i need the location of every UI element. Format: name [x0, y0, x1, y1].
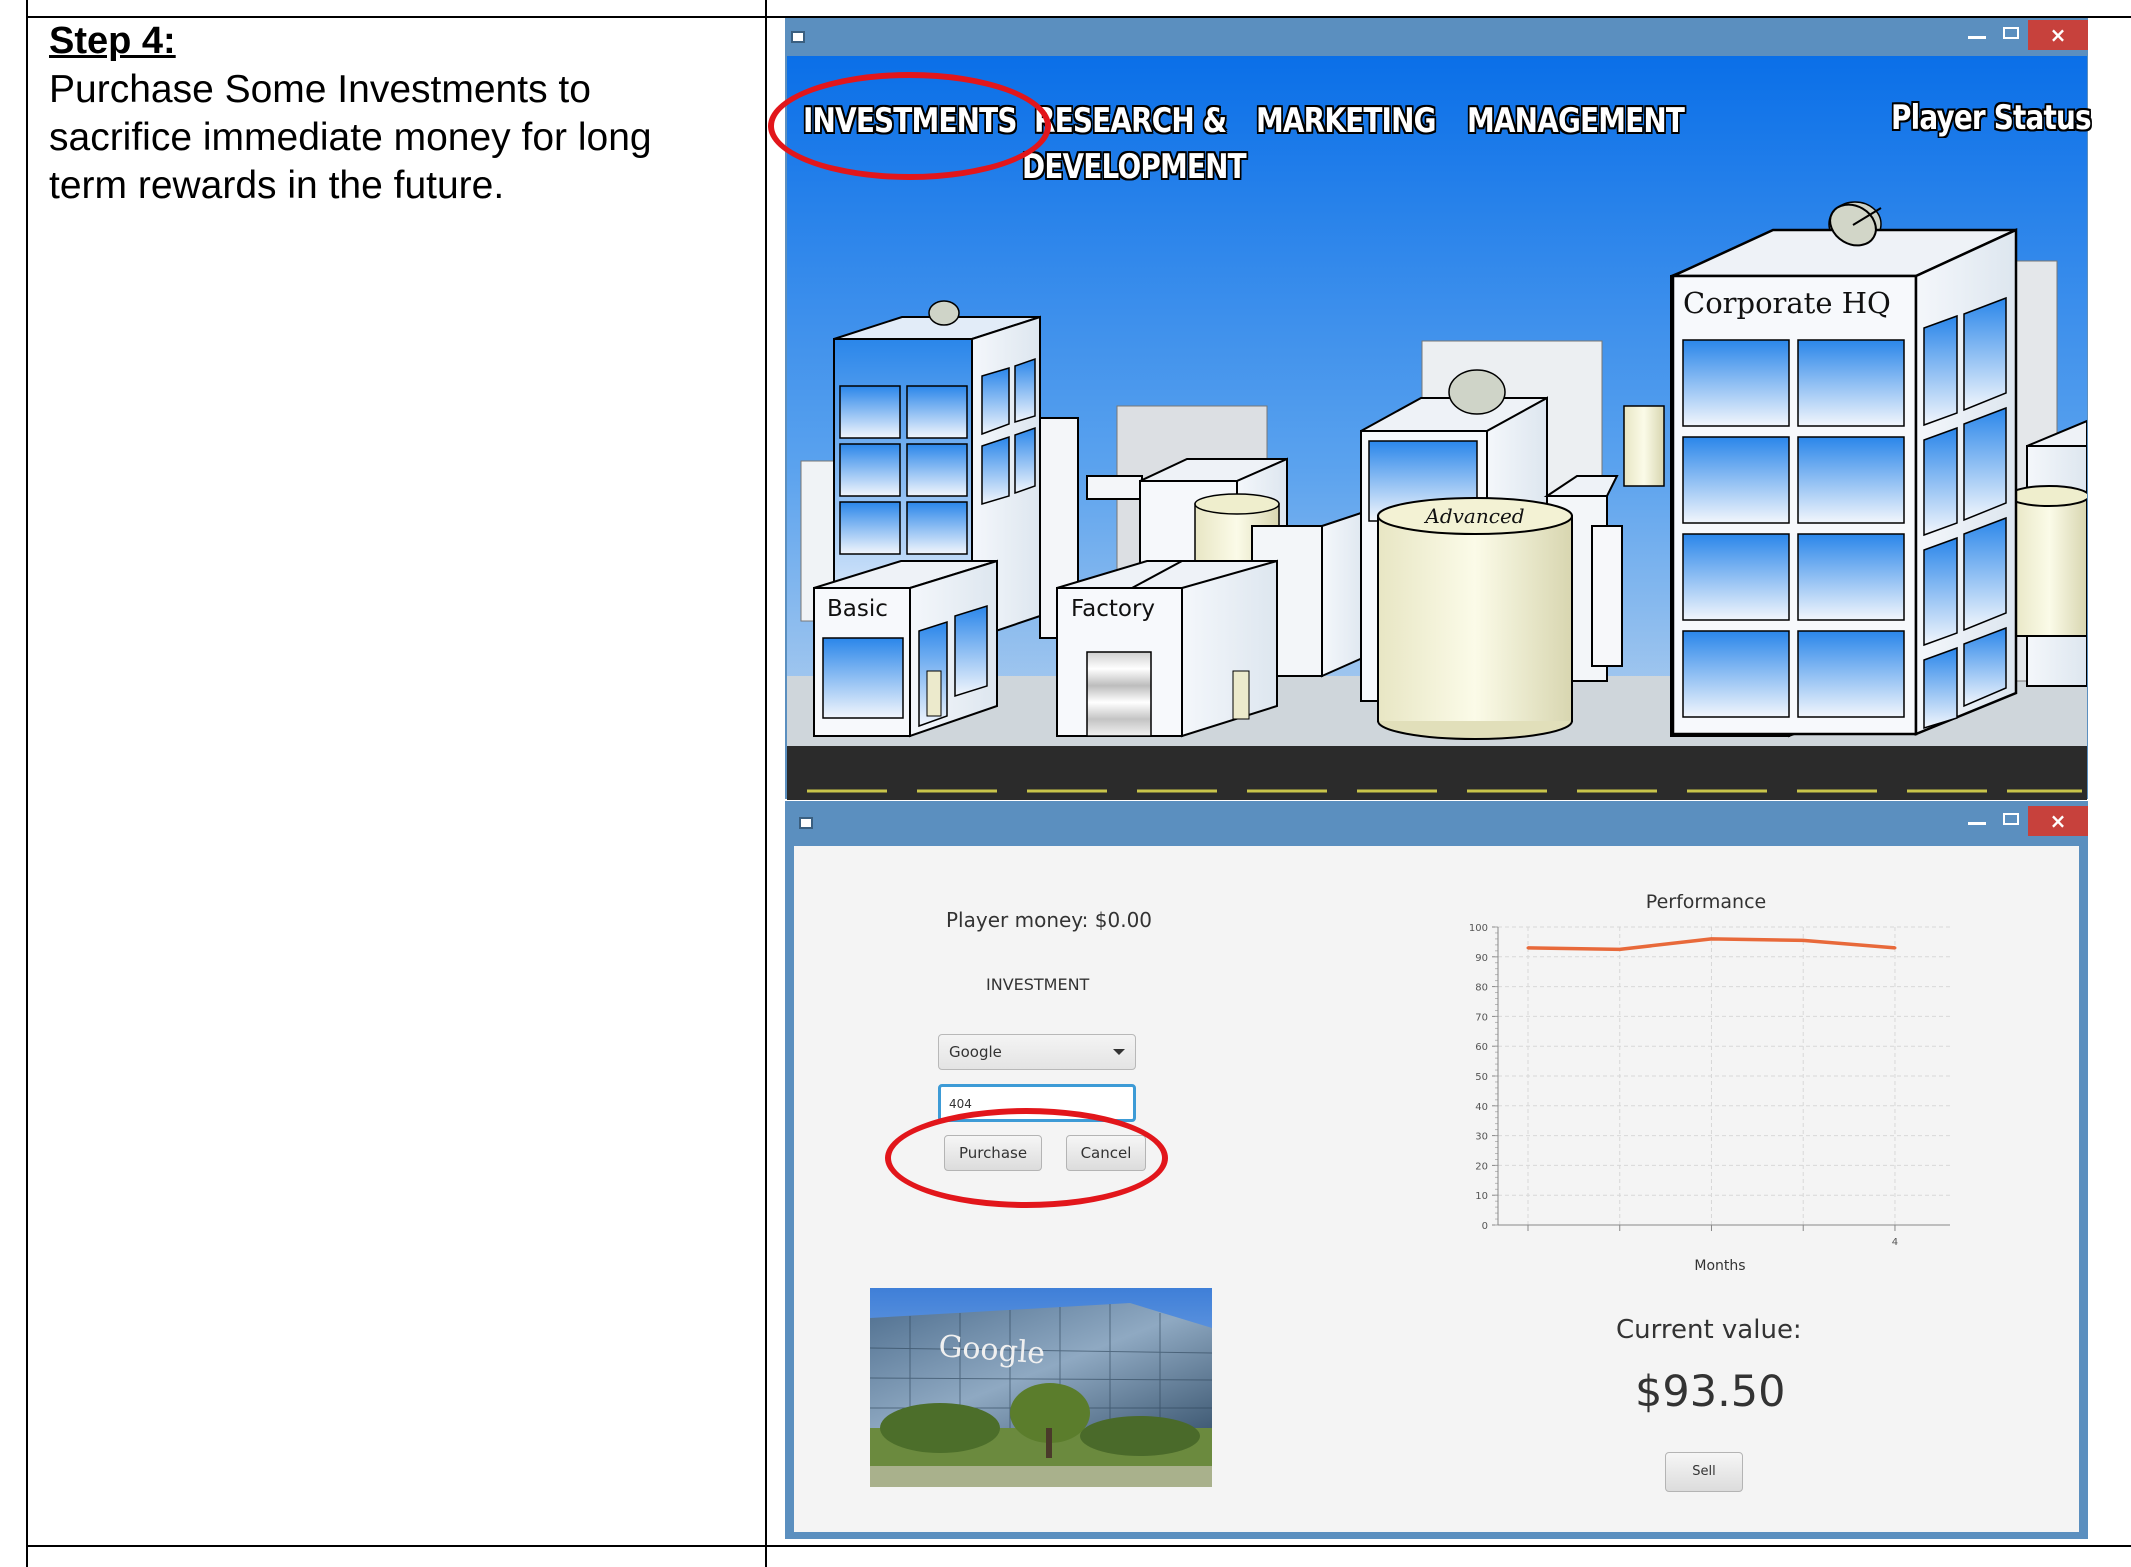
- chart-title: Performance: [1646, 891, 1766, 913]
- basic-label: Basic: [827, 596, 888, 622]
- basic-building[interactable]: [813, 559, 998, 738]
- current-value: $93.50: [1635, 1367, 1786, 1417]
- y-tick-label: 60: [1475, 1042, 1488, 1053]
- performance-chart: Performance 0 10 20 30 40 50 60 70 80 90 100 4 Mont…: [1469, 891, 1950, 1274]
- hq-building-detail: Corporate HQ: [1671, 228, 2018, 736]
- y-tick-label: 40: [1475, 1102, 1488, 1113]
- window-app-icon: [799, 817, 813, 829]
- hq-label: Corporate HQ: [1683, 286, 1891, 320]
- highlight-investments: [768, 72, 1051, 180]
- y-tick-label: 100: [1469, 923, 1488, 934]
- y-tick-label: 80: [1475, 983, 1488, 994]
- nav-marketing[interactable]: MARKETING: [1256, 101, 1436, 141]
- x-tick-label: 4: [1892, 1237, 1898, 1248]
- data-point: [1709, 937, 1713, 941]
- company-select-value: Google: [949, 1043, 1002, 1061]
- satellite-dish-icon: [1829, 203, 1882, 247]
- highlight-purchase: [885, 1108, 1168, 1208]
- current-value-label: Current value:: [1616, 1315, 1802, 1345]
- table-border-middle: [765, 0, 767, 1567]
- chart-xlabel: Months: [1694, 1258, 1745, 1274]
- step-description: Purchase Some Investments to sacrifice i…: [49, 68, 652, 207]
- chevron-down-icon: [1113, 1049, 1125, 1055]
- data-point: [1801, 938, 1805, 942]
- factory-building[interactable]: [1056, 559, 1278, 738]
- close-button[interactable]: ×: [2028, 20, 2088, 50]
- minimize-icon[interactable]: [1968, 822, 1986, 825]
- minimize-icon[interactable]: [1968, 36, 1986, 39]
- data-point: [1618, 947, 1622, 951]
- window-app-icon: [791, 31, 805, 43]
- nav-research-line2[interactable]: DEVELOPMENT: [1022, 147, 1247, 187]
- company-select[interactable]: Google: [938, 1034, 1136, 1070]
- table-border-bottom: [26, 1545, 2131, 1547]
- sell-button[interactable]: Sell: [1665, 1452, 1743, 1492]
- close-button[interactable]: ×: [2028, 806, 2088, 836]
- nav-research-line1[interactable]: RESEARCH &: [1034, 101, 1227, 141]
- amount-input-value: 404: [949, 1097, 972, 1111]
- step-title: Step 4:: [49, 20, 176, 62]
- factory-label: Factory: [1071, 596, 1155, 622]
- photo-logo-text: Google: [937, 1329, 1046, 1371]
- advanced-building[interactable]: [1377, 497, 1573, 740]
- y-tick-label: 70: [1475, 1012, 1488, 1023]
- nav-player-status[interactable]: Player Status: [1891, 98, 2092, 138]
- y-tick-label: 0: [1482, 1221, 1488, 1232]
- advanced-label: Advanced: [1423, 504, 1524, 528]
- maximize-icon[interactable]: [2003, 813, 2019, 825]
- y-tick-label: 30: [1475, 1132, 1488, 1143]
- y-tick-label: 20: [1475, 1161, 1488, 1172]
- player-money: Player money: $0.00: [946, 908, 1153, 932]
- maximize-icon[interactable]: [2003, 27, 2019, 39]
- company-photo: Google: [870, 1288, 1212, 1487]
- investment-label: INVESTMENT: [986, 975, 1090, 994]
- y-tick-label: 90: [1475, 953, 1488, 964]
- y-tick-label: 10: [1475, 1191, 1488, 1202]
- nav-management[interactable]: MANAGEMENT: [1467, 101, 1685, 141]
- data-point: [1526, 946, 1530, 950]
- table-border-left: [26, 0, 28, 1567]
- data-point: [1893, 946, 1897, 950]
- y-tick-label: 50: [1475, 1072, 1488, 1083]
